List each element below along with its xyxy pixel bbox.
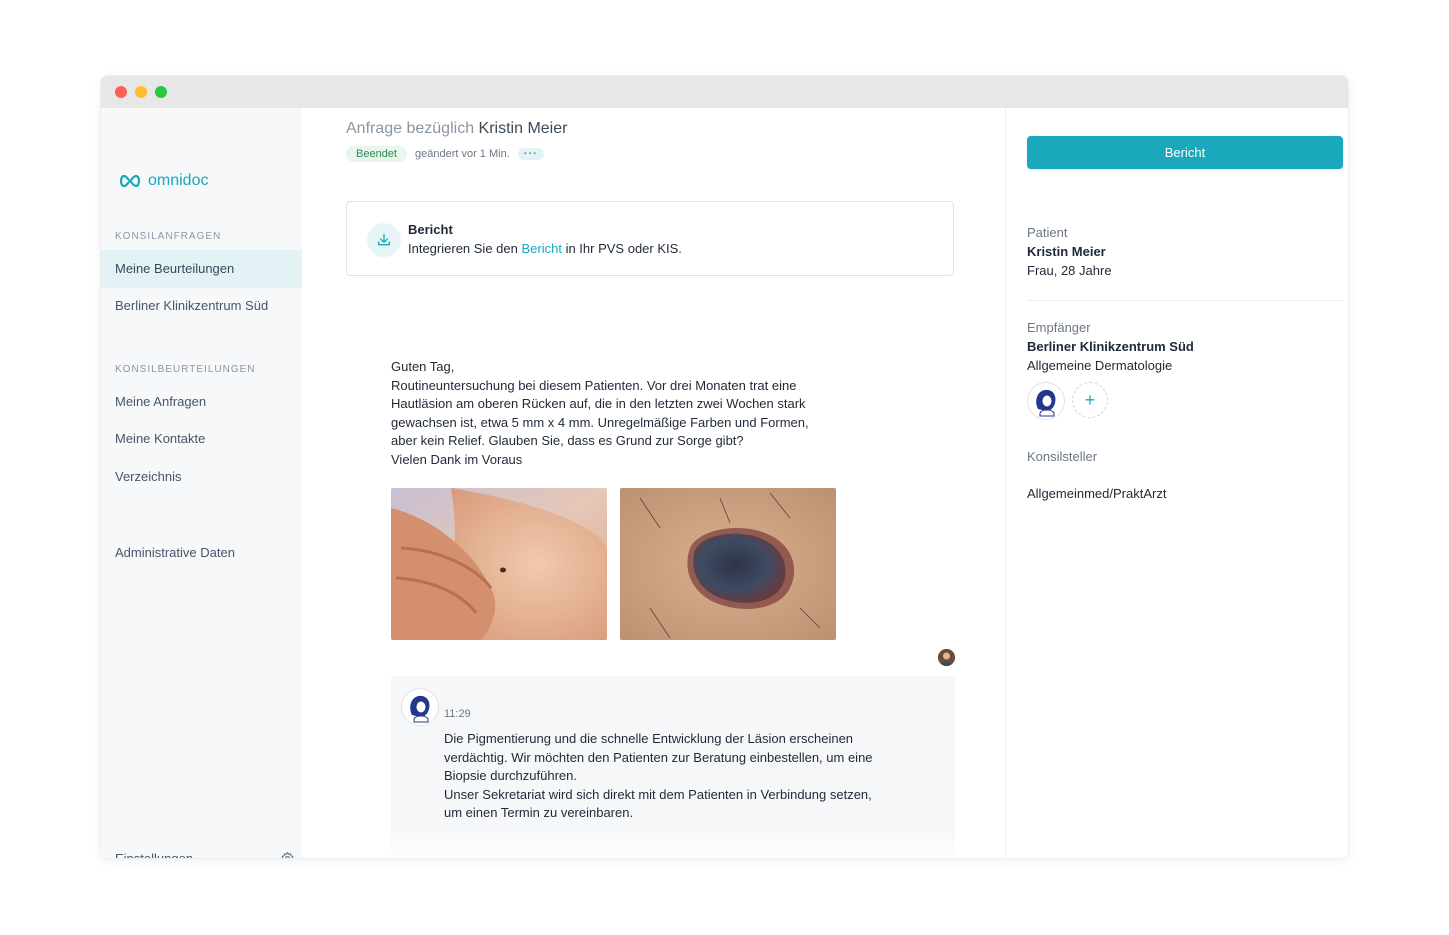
- add-recipient-button[interactable]: +: [1072, 382, 1108, 418]
- title-patient-name: Kristin Meier: [478, 120, 568, 137]
- title-prefix: Anfrage bezüglich: [346, 120, 475, 137]
- sender-avatar: [938, 649, 955, 666]
- minimize-window-button[interactable]: [135, 86, 147, 98]
- report-link[interactable]: Bericht: [521, 241, 561, 256]
- report-button[interactable]: Bericht: [1027, 136, 1343, 169]
- patient-info: Frau, 28 Jahre: [1027, 263, 1112, 278]
- patient-label: Patient: [1027, 225, 1068, 240]
- report-card-text-before: Integrieren Sie den: [408, 241, 518, 256]
- recipient-avatar-panel[interactable]: [1027, 382, 1065, 420]
- main-content: Anfrage bezüglich Kristin Meier Beendet …: [302, 108, 1005, 858]
- report-card-title: Bericht: [408, 222, 453, 237]
- logo[interactable]: omnidoc: [118, 172, 208, 190]
- sidebar-item-administrative-daten[interactable]: Administrative Daten: [101, 534, 302, 572]
- patient-name: Kristin Meier: [1027, 244, 1106, 259]
- sidebar-item-verzeichnis[interactable]: Verzeichnis: [101, 458, 302, 496]
- report-card-text: Integrieren Sie den Bericht in Ihr PVS o…: [408, 241, 682, 256]
- section-title-konsilbeurteilungen: KONSILBEURTEILUNGEN: [115, 364, 256, 375]
- download-icon[interactable]: [367, 223, 401, 257]
- recipient-department: Allgemeine Dermatologie: [1027, 358, 1173, 373]
- message-line: aber kein Relief. Glauben Sie, dass es G…: [391, 433, 744, 449]
- attachment-photo-lesion[interactable]: [620, 488, 836, 640]
- title-bar: [101, 76, 1348, 108]
- sidebar-item-meine-kontakte[interactable]: Meine Kontakte: [101, 420, 302, 458]
- reply-line: Die Pigmentierung und die schnelle Entwi…: [444, 731, 854, 746]
- settings-label: Einstellungen: [115, 851, 194, 859]
- reply-timestamp: 11:29: [444, 708, 471, 720]
- sidebar: omnidoc KONSILANFRAGEN Meine Beurteilung…: [101, 108, 302, 859]
- requester-label: Konsilsteller: [1027, 449, 1098, 464]
- sidebar-item-meine-beurteilungen[interactable]: Meine Beurteilungen: [101, 250, 302, 288]
- status-badge: Beendet: [346, 146, 407, 162]
- settings-link[interactable]: Einstellungen: [115, 851, 295, 859]
- request-message: Guten Tag, Routineuntersuchung bei diese…: [391, 358, 841, 470]
- reply-message: 11:29 Die Pigmentierung und die schnelle…: [391, 676, 955, 858]
- page-title: Anfrage bezüglich Kristin Meier: [346, 120, 567, 138]
- omnidoc-logo-icon: [119, 174, 141, 188]
- status-row: Beendet geändert vor 1 Min. ···: [346, 146, 544, 162]
- reply-line: um einen Termin zu vereinbaren.: [444, 805, 634, 821]
- message-line: Vielen Dank im Voraus: [391, 451, 523, 467]
- reply-line: verdächtig. Wir möchten den Patienten zu…: [444, 749, 873, 765]
- details-panel: Bericht Patient Kristin Meier Frau, 28 J…: [1005, 108, 1348, 858]
- report-card: Bericht Integrieren Sie den Bericht in I…: [346, 201, 954, 276]
- recipient-label: Empfänger: [1027, 320, 1091, 335]
- message-line: gewachsen ist, etwa 5 mm x 4 mm. Unregel…: [391, 414, 809, 430]
- section-title-konsilanfragen: KONSILANFRAGEN: [115, 231, 222, 242]
- more-options-button[interactable]: ···: [517, 148, 544, 160]
- reply-line: Unser Sekretariat wird sich direkt mit d…: [444, 786, 872, 802]
- logo-text: omnidoc: [148, 172, 209, 189]
- reply-text: Die Pigmentierung und die schnelle Entwi…: [444, 730, 873, 823]
- requester-value: Allgemeinmed/PraktArzt: [1027, 486, 1167, 501]
- divider: [1027, 300, 1343, 301]
- message-line: Routineuntersuchung bei diesem Patienten…: [391, 377, 797, 393]
- changed-timestamp: geändert vor 1 Min.: [414, 148, 510, 160]
- close-window-button[interactable]: [115, 86, 127, 98]
- sidebar-item-berliner-klinikzentrum[interactable]: Berliner Klinikzentrum Süd: [101, 287, 302, 325]
- gear-icon[interactable]: [280, 851, 295, 859]
- message-line: Hautläsion am oberen Rücken auf, die in …: [391, 396, 806, 412]
- sidebar-item-meine-anfragen[interactable]: Meine Anfragen: [101, 383, 302, 421]
- message-line: Guten Tag,: [391, 359, 455, 374]
- recipient-avatar: [401, 688, 439, 726]
- report-card-text-after: in Ihr PVS oder KIS.: [565, 241, 682, 256]
- attachment-photo-shoulder[interactable]: [391, 488, 607, 640]
- app-window: omnidoc KONSILANFRAGEN Meine Beurteilung…: [100, 75, 1349, 859]
- maximize-window-button[interactable]: [155, 86, 167, 98]
- recipient-name: Berliner Klinikzentrum Süd: [1027, 339, 1194, 354]
- reply-line: Biopsie durchzuführen.: [444, 768, 577, 784]
